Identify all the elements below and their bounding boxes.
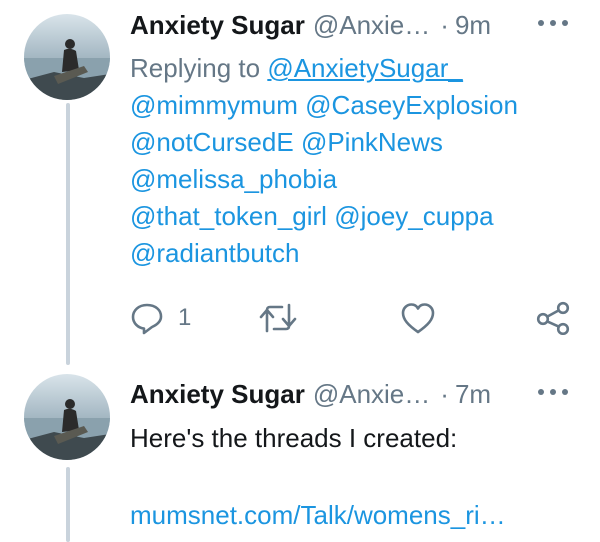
tweet-link[interactable]: mumsnet.com/Talk/womens_ri… xyxy=(130,497,506,534)
mention-link[interactable]: @radiantbutch xyxy=(130,238,300,268)
retweet-button[interactable] xyxy=(258,298,298,338)
handle[interactable]: @Anxie… xyxy=(313,379,430,410)
display-name[interactable]: Anxiety Sugar xyxy=(130,10,305,41)
mention-link[interactable]: @AnxietySugar_ xyxy=(267,53,463,83)
display-name[interactable]: Anxiety Sugar xyxy=(130,379,305,410)
mention-link[interactable]: @CaseyExplosion xyxy=(305,90,518,120)
reply-icon xyxy=(131,303,163,335)
avatar[interactable] xyxy=(24,14,110,100)
retweet-icon xyxy=(259,303,297,333)
replying-to-label: Replying to xyxy=(130,53,261,83)
mention-link[interactable]: @melissa_phobia xyxy=(130,164,337,194)
share-icon xyxy=(536,301,570,335)
handle[interactable]: @Anxie… xyxy=(313,10,430,41)
tweet-text: Here's the threads I created: xyxy=(130,423,458,453)
thread-line xyxy=(66,467,70,542)
thread-line xyxy=(66,103,70,365)
mention-link[interactable]: @that_token_girl xyxy=(130,201,327,231)
mention-link[interactable]: @notCursedE xyxy=(130,127,294,157)
tweet-header: Anxiety Sugar @Anxie… · 9m xyxy=(130,8,570,42)
mention-link[interactable]: @joey_cuppa xyxy=(334,201,493,231)
separator-dot: · xyxy=(440,378,449,409)
reply-button[interactable]: 1 xyxy=(130,298,191,338)
mention-link[interactable]: @mimmymum xyxy=(130,90,298,120)
avatar[interactable] xyxy=(24,374,110,460)
separator-dot: · xyxy=(440,9,449,40)
mention-link[interactable]: @PinkNews xyxy=(301,127,443,157)
more-icon[interactable] xyxy=(536,386,570,398)
like-icon xyxy=(401,303,435,334)
more-icon[interactable] xyxy=(536,17,570,29)
reply-count: 1 xyxy=(178,304,192,331)
share-button[interactable] xyxy=(535,298,571,338)
tweet-actions: 1 xyxy=(130,298,575,338)
timestamp[interactable]: 9m xyxy=(455,10,491,41)
replying-to: Replying to @AnxietySugar_ @mimmymum @Ca… xyxy=(130,50,570,272)
timestamp[interactable]: 7m xyxy=(455,379,491,410)
like-button[interactable] xyxy=(400,298,436,338)
tweet-header: Anxiety Sugar @Anxie… · 7m xyxy=(130,377,570,411)
